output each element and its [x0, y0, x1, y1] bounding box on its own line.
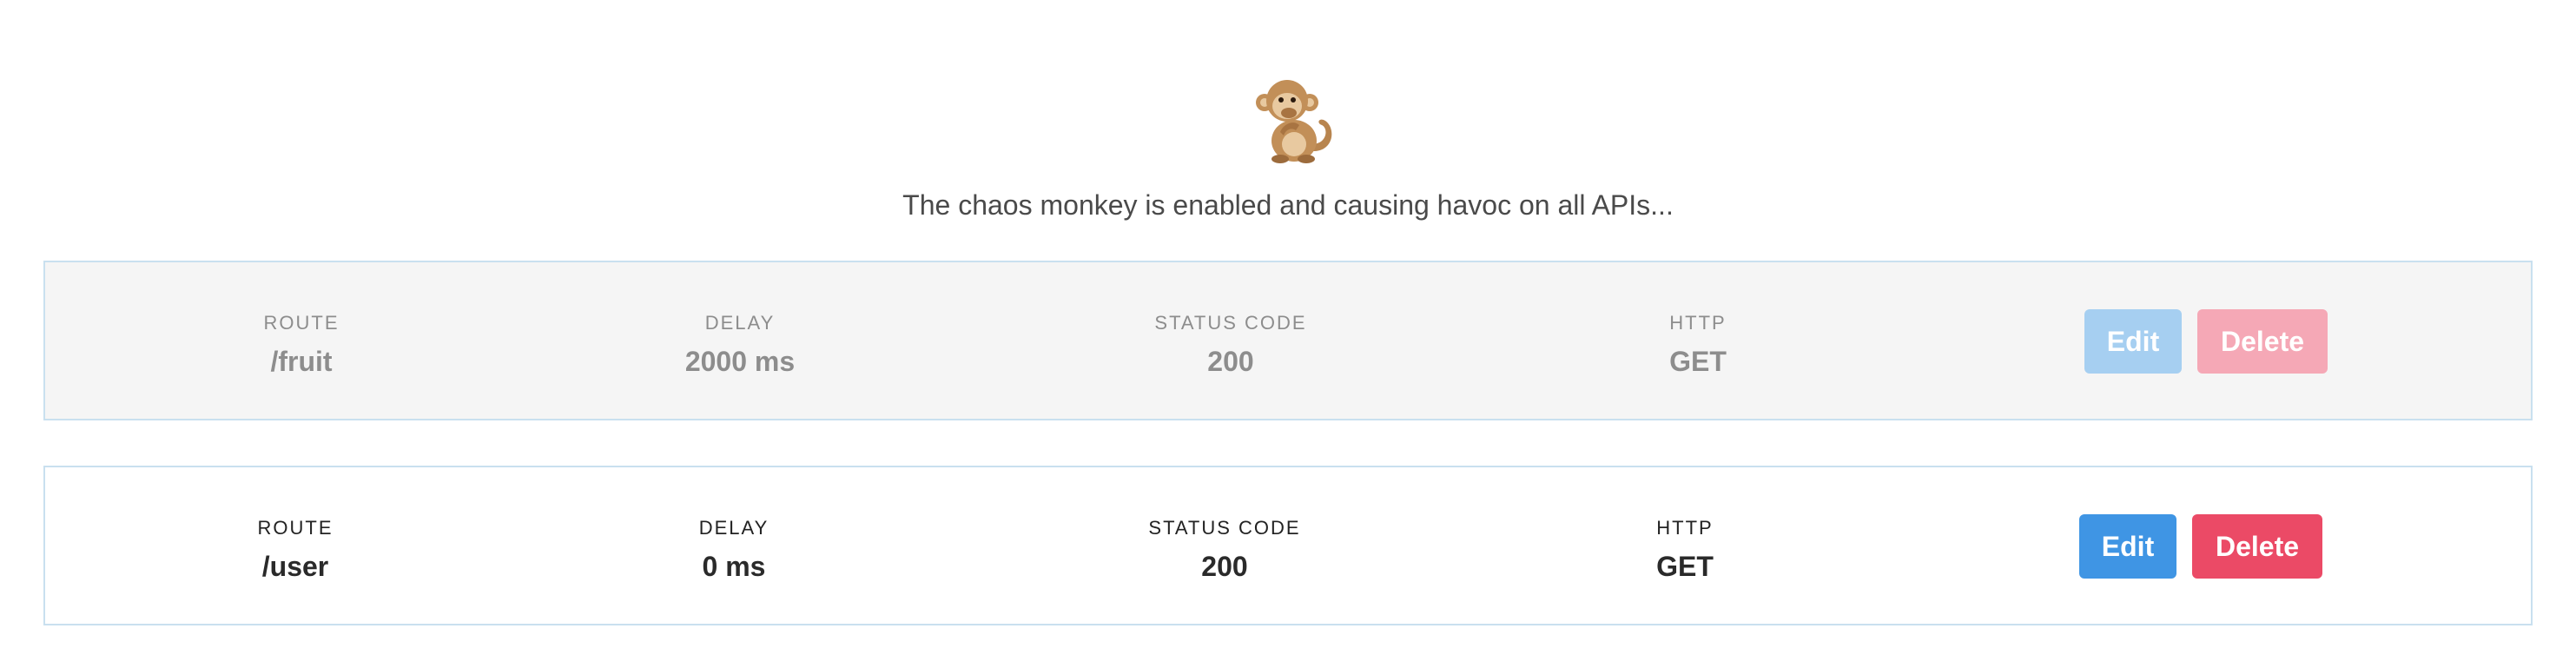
http-label: HTTP [1656, 517, 1714, 539]
status-code-label: STATUS CODE [1154, 312, 1307, 334]
page: The chaos monkey is enabled and causing … [0, 0, 2576, 655]
edit-button[interactable]: Edit [2079, 514, 2176, 579]
delay-column: DELAY 2000 ms [566, 262, 914, 422]
delay-value: 0 ms [702, 551, 766, 582]
delay-value: 2000 ms [684, 346, 796, 377]
header: The chaos monkey is enabled and causing … [0, 0, 2576, 252]
http-value: GET [1669, 346, 1727, 377]
chaos-monkey-status-message: The chaos monkey is enabled and causing … [902, 189, 1674, 221]
delete-button[interactable]: Delete [2192, 514, 2322, 579]
http-value: GET [1656, 551, 1714, 582]
status-code-value: 200 [1207, 346, 1254, 377]
route-column: ROUTE /fruit [128, 262, 475, 422]
delay-label: DELAY [698, 517, 769, 539]
status-code-value: 200 [1201, 551, 1248, 582]
delay-column: DELAY 0 ms [560, 467, 908, 627]
status-code-column: STATUS CODE 200 [1057, 262, 1404, 422]
edit-button[interactable]: Edit [2084, 309, 2182, 374]
route-value: /fruit [270, 346, 333, 377]
http-column: HTTP GET [1511, 467, 1859, 627]
route-column: ROUTE /user [122, 467, 469, 627]
route-value: /user [261, 551, 329, 582]
delay-label: DELAY [704, 312, 776, 334]
http-label: HTTP [1669, 312, 1727, 334]
route-label: ROUTE [257, 517, 334, 539]
delete-button[interactable]: Delete [2197, 309, 2328, 374]
status-code-column: STATUS CODE 200 [1051, 467, 1398, 627]
route-row: ROUTE /user DELAY 0 ms STATUS CODE 200 H… [43, 466, 2533, 625]
http-column: HTTP GET [1524, 262, 1872, 422]
route-label: ROUTE [263, 312, 340, 334]
monkey-icon [1256, 80, 1332, 163]
route-row: ROUTE /fruit DELAY 2000 ms STATUS CODE 2… [43, 261, 2533, 420]
status-code-label: STATUS CODE [1148, 517, 1301, 539]
